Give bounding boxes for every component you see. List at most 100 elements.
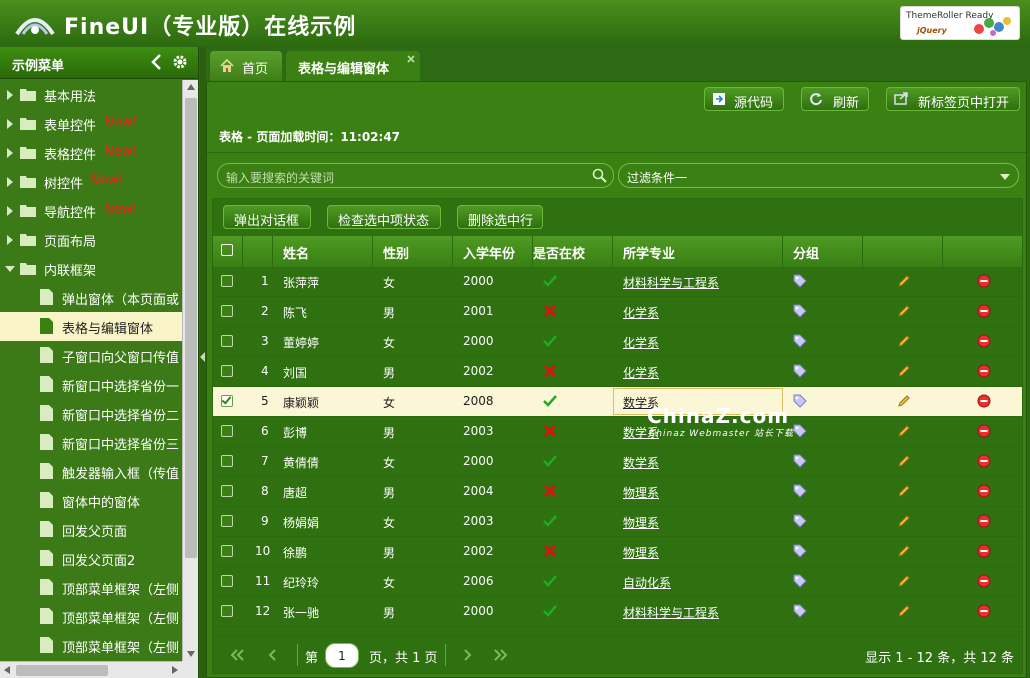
- tab-grid-edit-window[interactable]: 表格与编辑窗体: [286, 51, 420, 81]
- scroll-up-icon[interactable]: [187, 84, 195, 90]
- tag-icon[interactable]: [793, 394, 807, 408]
- row-checkbox[interactable]: [221, 575, 233, 587]
- select-all-checkbox[interactable]: [221, 244, 233, 256]
- edit-pencil-icon[interactable]: [897, 364, 911, 378]
- cell-major-link[interactable]: 化学系: [623, 304, 659, 321]
- collapse-left-icon[interactable]: [150, 53, 164, 71]
- sidebar-item-15[interactable]: 回发父页面: [0, 515, 182, 544]
- sidebar-item-11[interactable]: 新窗口中选择省份二: [0, 399, 182, 428]
- scrollbar-thumb[interactable]: [16, 665, 108, 676]
- row-checkbox[interactable]: [221, 425, 233, 437]
- row-checkbox[interactable]: [221, 275, 233, 287]
- delete-icon[interactable]: [977, 364, 991, 378]
- row-checkbox[interactable]: [221, 605, 233, 617]
- cell-major-link[interactable]: 物理系: [623, 544, 659, 561]
- delete-icon[interactable]: [977, 514, 991, 528]
- delete-icon[interactable]: [977, 304, 991, 318]
- open-in-new-tab-button[interactable]: 新标签页中打开: [886, 87, 1020, 111]
- first-page-icon[interactable]: [229, 648, 245, 662]
- edit-pencil-icon[interactable]: [897, 604, 911, 618]
- table-row[interactable]: 12 张一驰 男 2000 材料科学与工程系: [213, 597, 1022, 627]
- chevron-right-icon[interactable]: [7, 148, 13, 158]
- delete-icon[interactable]: [977, 334, 991, 348]
- header-gender[interactable]: 性别: [373, 236, 453, 267]
- sidebar-item-19[interactable]: 顶部菜单框架（左侧: [0, 631, 182, 660]
- delete-icon[interactable]: [977, 574, 991, 588]
- sidebar-item-2[interactable]: 表格控件 New!: [0, 138, 182, 167]
- sidebar-item-5[interactable]: 页面布局: [0, 225, 182, 254]
- header-select-all[interactable]: [213, 236, 243, 267]
- chevron-right-icon[interactable]: [7, 235, 13, 245]
- edit-pencil-icon[interactable]: [897, 334, 911, 348]
- sidebar-item-0[interactable]: 基本用法: [0, 80, 182, 109]
- chevron-right-icon[interactable]: [7, 177, 13, 187]
- scroll-right-icon[interactable]: [172, 666, 178, 674]
- edit-pencil-icon[interactable]: [897, 304, 911, 318]
- prev-page-icon[interactable]: [265, 648, 281, 662]
- table-row[interactable]: 7 黄倩倩 女 2000 数学系: [213, 447, 1022, 477]
- table-row[interactable]: 5 康颖颖女 2008 数学系: [213, 387, 1022, 417]
- row-checkbox[interactable]: [221, 485, 233, 497]
- table-row[interactable]: 4 刘国 男 2002 化学系: [213, 357, 1022, 387]
- edit-pencil-icon[interactable]: [897, 484, 911, 498]
- cell-major-link[interactable]: 物理系: [623, 484, 659, 501]
- chevron-right-icon[interactable]: [7, 206, 13, 216]
- table-row[interactable]: 6 彭博男 2003 数学系: [213, 417, 1022, 447]
- delete-icon[interactable]: [977, 454, 991, 468]
- edit-pencil-icon[interactable]: [897, 394, 911, 408]
- row-checkbox[interactable]: [221, 305, 233, 317]
- gear-icon[interactable]: [172, 54, 188, 70]
- scroll-down-icon[interactable]: [187, 651, 195, 657]
- search-input[interactable]: 输入要搜索的关键词: [217, 163, 614, 188]
- tag-icon[interactable]: [793, 574, 807, 588]
- row-checkbox[interactable]: [221, 394, 233, 407]
- cell-major-link[interactable]: 数学系: [623, 454, 659, 471]
- sidebar-item-10[interactable]: 新窗口中选择省份一: [0, 370, 182, 399]
- sidebar-item-18[interactable]: 顶部菜单框架（左侧: [0, 602, 182, 631]
- sidebar-item-9[interactable]: 子窗口向父窗口传值: [0, 341, 182, 370]
- table-row[interactable]: 8 唐超 男 2004 物理系: [213, 477, 1022, 507]
- sidebar-item-13[interactable]: 触发器输入框（传值: [0, 457, 182, 486]
- delete-icon[interactable]: [977, 394, 991, 408]
- sidebar-item-3[interactable]: 树控件 New!: [0, 167, 182, 196]
- tag-icon[interactable]: [793, 604, 807, 618]
- cell-major-link[interactable]: 化学系: [623, 334, 659, 351]
- chevron-down-icon[interactable]: [5, 266, 15, 272]
- sidebar-item-4[interactable]: 导航控件 New!: [0, 196, 182, 225]
- row-checkbox[interactable]: [221, 365, 233, 377]
- row-checkbox[interactable]: [221, 515, 233, 527]
- scrollbar-thumb[interactable]: [185, 98, 197, 558]
- search-icon[interactable]: [592, 168, 607, 183]
- header-year[interactable]: 入学年份: [453, 236, 533, 267]
- last-page-icon[interactable]: [493, 648, 509, 662]
- delete-icon[interactable]: [977, 544, 991, 558]
- tag-icon[interactable]: [793, 334, 807, 348]
- table-row[interactable]: 1 张萍萍 女 2000 材料科学与工程系: [213, 267, 1022, 297]
- sidebar-item-6[interactable]: 内联框架: [0, 254, 182, 283]
- tag-icon[interactable]: [793, 274, 807, 288]
- delete-selected-button[interactable]: 删除选中行: [457, 205, 543, 229]
- refresh-button[interactable]: 刷新: [801, 87, 869, 111]
- themeroller-badge[interactable]: ThemeRoller Ready jQuery: [900, 6, 1020, 40]
- sidebar-item-16[interactable]: 回发父页面2: [0, 544, 182, 573]
- table-row[interactable]: 2 陈飞 男 2001 化学系: [213, 297, 1022, 327]
- sidebar-item-17[interactable]: 顶部菜单框架（左侧: [0, 573, 182, 602]
- tag-icon[interactable]: [793, 544, 807, 558]
- edit-pencil-icon[interactable]: [897, 574, 911, 588]
- page-number-input[interactable]: 1: [325, 643, 359, 668]
- row-checkbox[interactable]: [221, 335, 233, 347]
- tag-icon[interactable]: [793, 454, 807, 468]
- tab-home[interactable]: 首页: [210, 51, 282, 81]
- source-code-button[interactable]: 源代码: [704, 87, 784, 111]
- header-major[interactable]: 所学专业: [613, 236, 783, 267]
- table-row[interactable]: 3 董婷婷 女 2000 化学系: [213, 327, 1022, 357]
- delete-icon[interactable]: [977, 604, 991, 618]
- sidebar-item-8[interactable]: 表格与编辑窗体: [0, 312, 182, 341]
- sidebar-vertical-scrollbar[interactable]: [182, 80, 198, 661]
- popup-dialog-button[interactable]: 弹出对话框: [223, 205, 311, 229]
- delete-icon[interactable]: [977, 274, 991, 288]
- sidebar-item-7[interactable]: 弹出窗体（本页面或: [0, 283, 182, 312]
- cell-major-link[interactable]: 材料科学与工程系: [623, 274, 719, 291]
- delete-icon[interactable]: [977, 484, 991, 498]
- header-enrolled[interactable]: 是否在校: [533, 236, 613, 267]
